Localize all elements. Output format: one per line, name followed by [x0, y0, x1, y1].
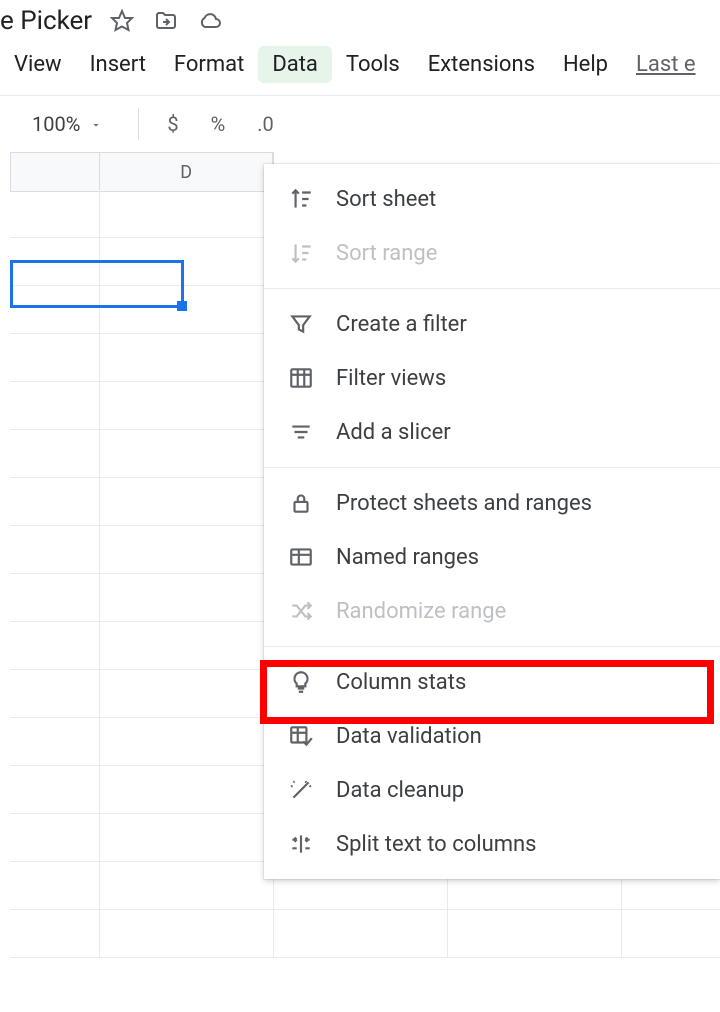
menu-last-edit[interactable]: Last e	[622, 46, 710, 83]
sort-range-icon	[288, 240, 314, 266]
menu-insert[interactable]: Insert	[76, 46, 160, 83]
menu-view[interactable]: View	[0, 46, 76, 83]
move-folder-icon[interactable]	[154, 9, 178, 33]
zoom-value: 100%	[32, 112, 80, 136]
menu-format[interactable]: Format	[160, 46, 258, 83]
menu-protect-sheets[interactable]: Protect sheets and ranges	[264, 476, 720, 530]
star-icon[interactable]	[110, 9, 134, 33]
format-percent-button[interactable]: %	[197, 112, 240, 136]
document-title[interactable]: e Picker	[0, 6, 92, 36]
selected-cell[interactable]	[10, 260, 184, 308]
filter-icon	[288, 311, 314, 337]
menu-sort-sheet[interactable]: Sort sheet	[264, 172, 720, 226]
menu-separator	[264, 646, 720, 647]
shuffle-icon	[288, 598, 314, 624]
table-icon	[288, 544, 314, 570]
title-icons	[110, 9, 222, 33]
menu-item-label: Sort range	[336, 241, 437, 266]
menu-randomize-range: Randomize range	[264, 584, 720, 638]
menu-filter-views[interactable]: Filter views	[264, 351, 720, 405]
menu-extensions[interactable]: Extensions	[414, 46, 549, 83]
caret-down-icon	[90, 112, 102, 136]
menu-data-validation[interactable]: Data validation	[264, 709, 720, 763]
lightbulb-icon	[288, 669, 314, 695]
menu-sort-range: Sort range	[264, 226, 720, 280]
menu-bar: View Insert Format Data Tools Extensions…	[0, 40, 720, 96]
menu-column-stats[interactable]: Column stats	[264, 655, 720, 709]
toolbar: 100% $ % .0	[0, 96, 720, 152]
format-currency-button[interactable]: $	[153, 112, 192, 136]
column-header-blank[interactable]	[11, 153, 100, 191]
menu-item-label: Create a filter	[336, 312, 467, 337]
menu-item-label: Protect sheets and ranges	[336, 491, 592, 516]
zoom-selector[interactable]: 100%	[0, 112, 124, 136]
data-validation-icon	[288, 723, 314, 749]
lock-icon	[288, 490, 314, 516]
menu-separator	[264, 467, 720, 468]
menu-create-filter[interactable]: Create a filter	[264, 297, 720, 351]
format-decimal-button[interactable]: .0	[243, 112, 288, 136]
filter-views-icon	[288, 365, 314, 391]
menu-item-label: Sort sheet	[336, 187, 436, 212]
split-icon	[288, 831, 314, 857]
menu-item-label: Filter views	[336, 366, 446, 391]
sort-sheet-icon	[288, 186, 314, 212]
menu-separator	[264, 288, 720, 289]
menu-item-label: Named ranges	[336, 545, 479, 570]
menu-tools[interactable]: Tools	[332, 46, 414, 83]
title-bar: e Picker	[0, 0, 720, 40]
menu-data-cleanup[interactable]: Data cleanup	[264, 763, 720, 817]
menu-help[interactable]: Help	[549, 46, 622, 83]
menu-item-label: Randomize range	[336, 599, 506, 624]
menu-item-label: Split text to columns	[336, 832, 537, 857]
data-menu-dropdown: Sort sheet Sort range Create a filter Fi…	[264, 164, 720, 879]
column-headers: D	[10, 152, 274, 192]
menu-item-label: Data validation	[336, 724, 482, 749]
menu-split-text[interactable]: Split text to columns	[264, 817, 720, 871]
cloud-status-icon[interactable]	[198, 9, 222, 33]
toolbar-separator	[138, 108, 139, 140]
column-header-d[interactable]: D	[100, 153, 273, 191]
magic-wand-icon	[288, 777, 314, 803]
selection-handle[interactable]	[177, 301, 187, 311]
menu-item-label: Column stats	[336, 670, 466, 695]
menu-named-ranges[interactable]: Named ranges	[264, 530, 720, 584]
menu-item-label: Data cleanup	[336, 778, 464, 803]
menu-add-slicer[interactable]: Add a slicer	[264, 405, 720, 459]
slicer-icon	[288, 419, 314, 445]
menu-item-label: Add a slicer	[336, 420, 451, 445]
grid-row[interactable]	[10, 910, 720, 958]
menu-data[interactable]: Data	[258, 46, 332, 83]
